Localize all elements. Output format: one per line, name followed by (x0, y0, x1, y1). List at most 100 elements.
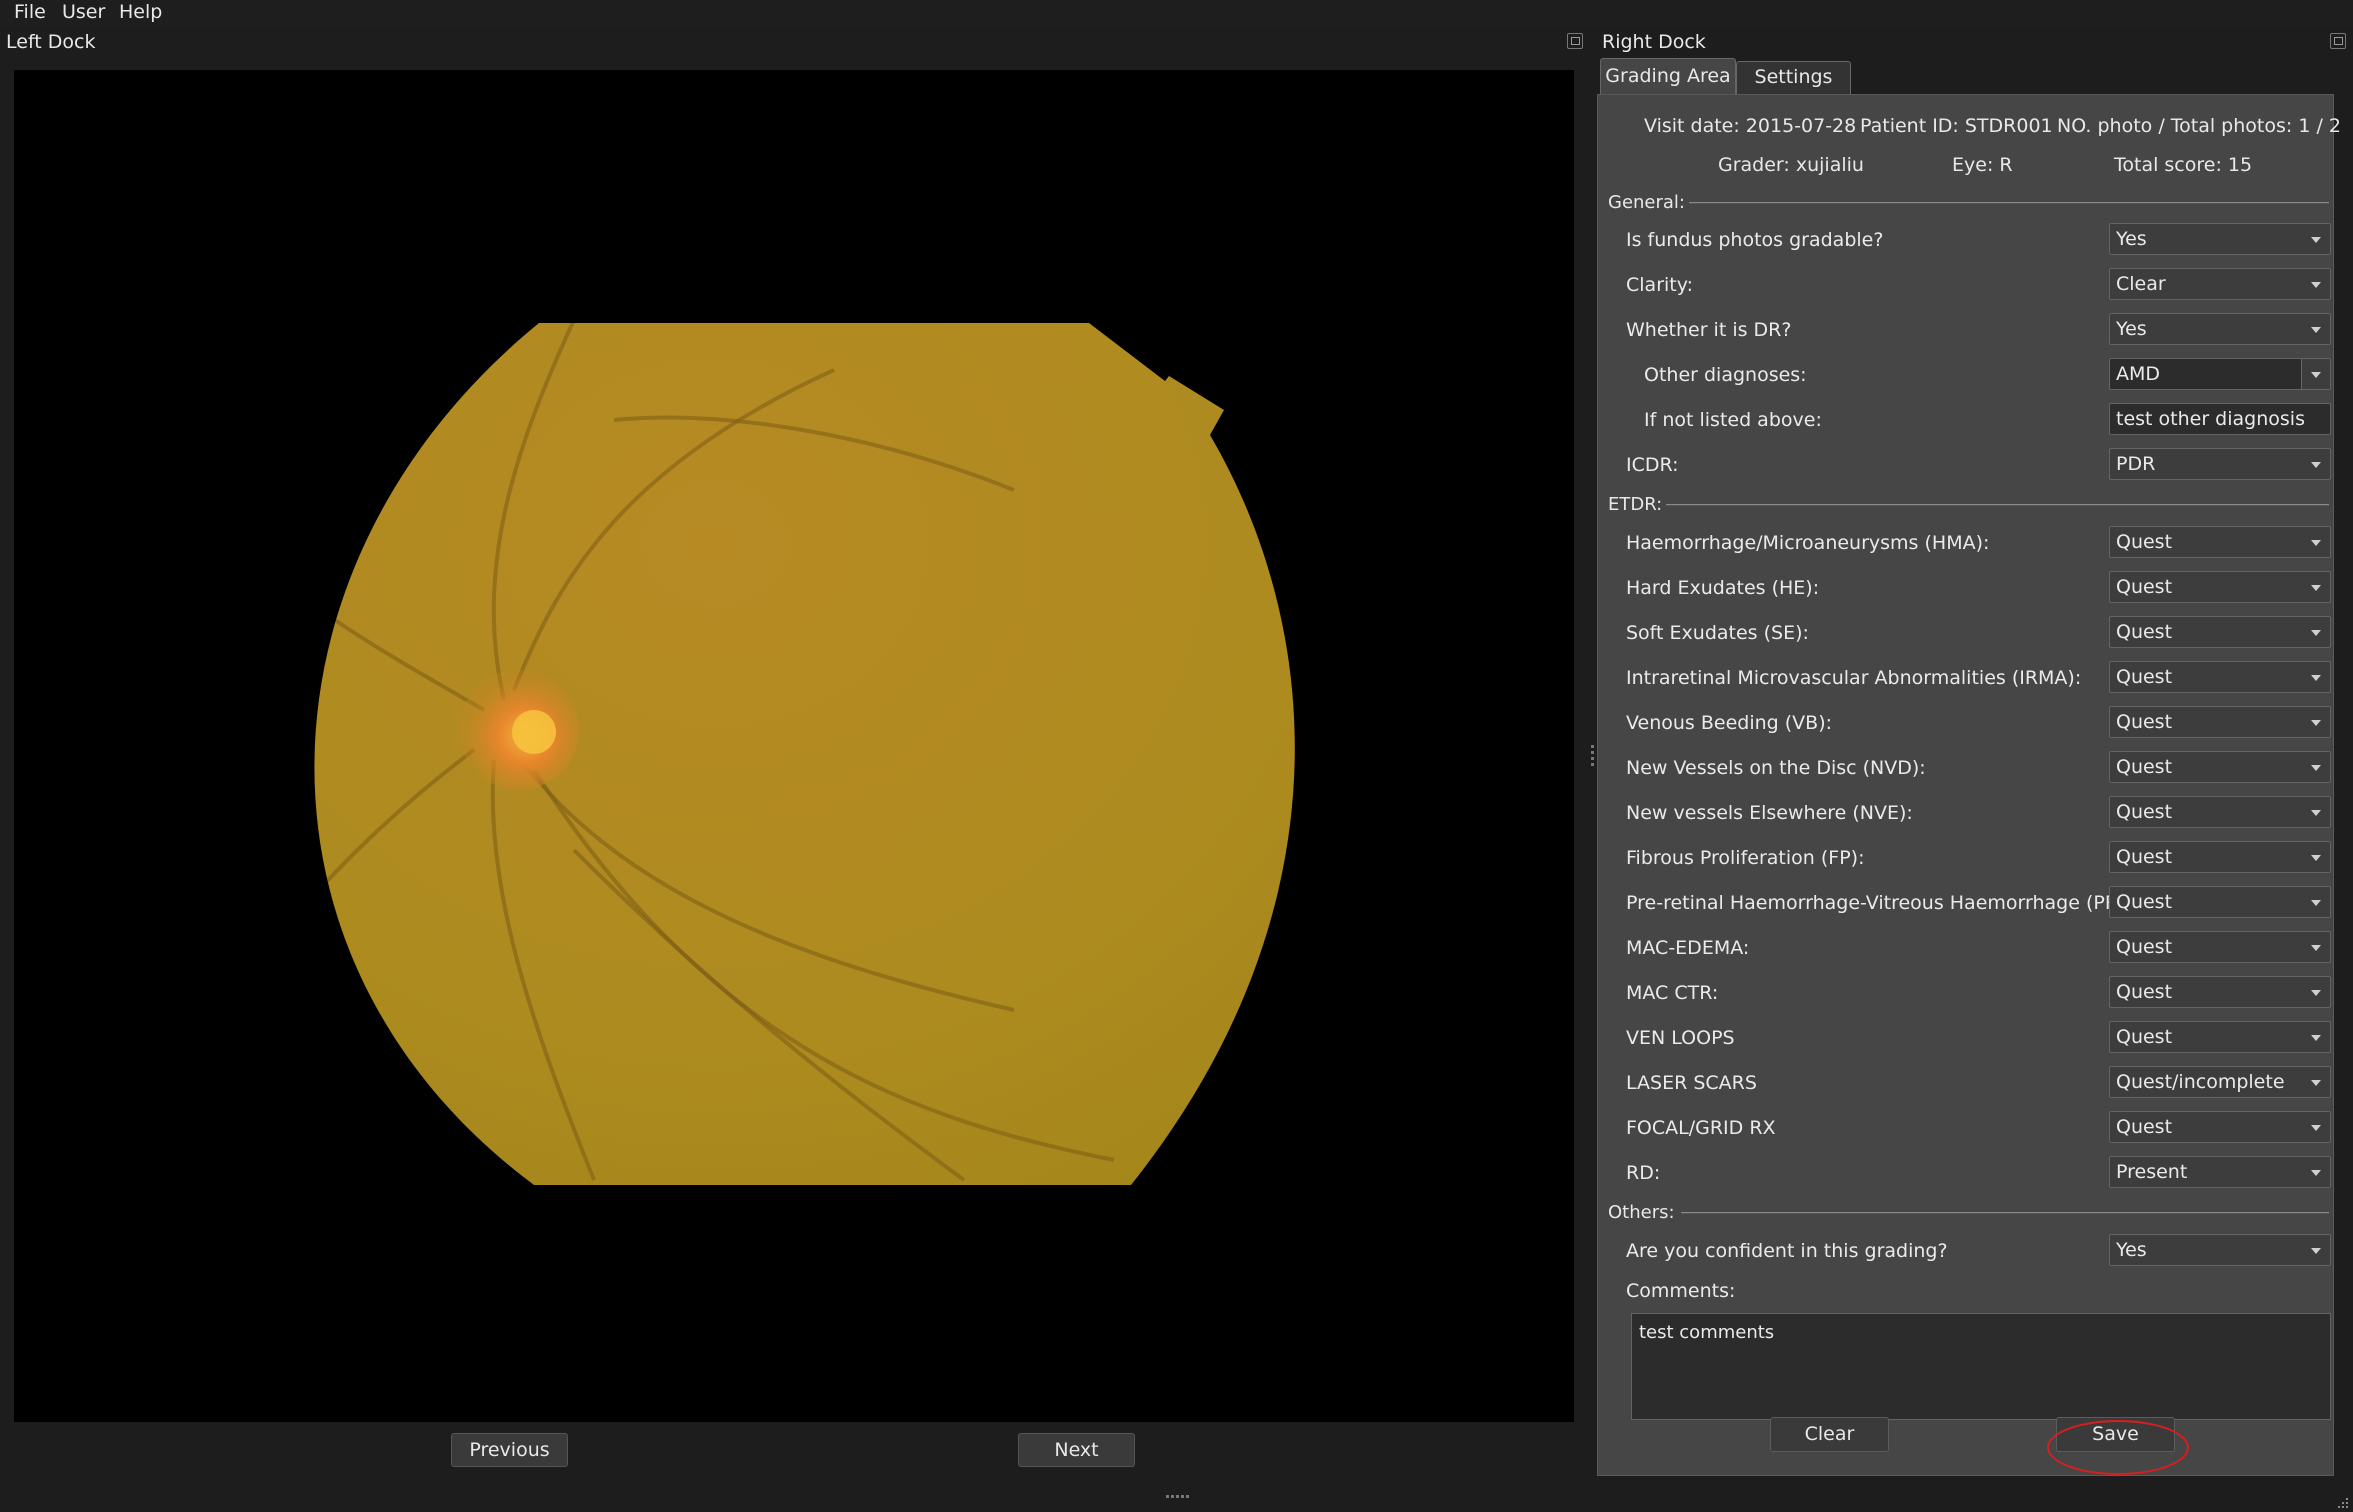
select-value: Yes (2116, 1239, 2147, 1261)
chevron-down-icon (2311, 1170, 2321, 1176)
select-value: Quest (2116, 666, 2173, 688)
select-value: Quest/incomplete (2116, 1071, 2285, 1093)
total-score: Total score: 15 (2114, 154, 2253, 176)
nvd-select[interactable]: Quest (2109, 751, 2331, 783)
select-value: Quest (2116, 621, 2173, 643)
row-label-other-diagnoses: Other diagnoses: (1644, 364, 1807, 386)
grading-area-panel: Visit date: 2015-07-28 Patient ID: STDR0… (1597, 94, 2341, 1476)
chevron-down-icon (2311, 1248, 2321, 1254)
chevron-down-icon (2311, 855, 2321, 861)
select-value: AMD (2116, 363, 2161, 385)
left-dock-title: Left Dock (6, 31, 96, 53)
chevron-down-icon (2311, 327, 2321, 333)
gradable-select[interactable]: Yes (2109, 223, 2331, 255)
confidence-select[interactable]: Yes (2109, 1234, 2331, 1266)
select-value: Quest (2116, 1116, 2173, 1138)
dock-splitter-handle[interactable] (1591, 745, 1594, 771)
select-value: Quest (2116, 846, 2173, 868)
section-divider (1689, 202, 2329, 204)
menu-user[interactable]: User (62, 0, 105, 24)
row-label-nvd: New Vessels on the Disc (NVD): (1626, 757, 1926, 779)
prh-vh-select[interactable]: Quest (2109, 886, 2331, 918)
section-others: Others: (1608, 1202, 1675, 1223)
menu-file[interactable]: File (14, 0, 46, 24)
ven-loops-select[interactable]: Quest (2109, 1021, 2331, 1053)
clarity-select[interactable]: Clear (2109, 268, 2331, 300)
fundus-photo (314, 323, 1295, 1185)
row-label-he: Hard Exudates (HE): (1626, 577, 1820, 599)
row-label-confidence: Are you confident in this grading? (1626, 1240, 1948, 1262)
select-value: Quest (2116, 981, 2173, 1003)
comments-textarea[interactable]: test comments (1631, 1313, 2331, 1420)
focal-grid-rx-select[interactable]: Quest (2109, 1111, 2331, 1143)
row-label-irma: Intraretinal Microvascular Abnormalities… (1626, 667, 2082, 689)
select-value: Quest (2116, 936, 2173, 958)
other-diagnoses-combo[interactable]: AMD (2109, 358, 2331, 390)
left-dock-float-icon[interactable] (1567, 33, 1583, 49)
row-label-hma: Haemorrhage/Microaneurysms (HMA): (1626, 532, 1990, 554)
hma-select[interactable]: Quest (2109, 526, 2331, 558)
photo-count: NO. photo / Total photos: 1 / 2 (2057, 115, 2341, 137)
select-value: Quest (2116, 756, 2173, 778)
select-value: Quest (2116, 891, 2173, 913)
previous-button[interactable]: Previous (451, 1433, 568, 1467)
patient-id: Patient ID: STDR001 (1860, 115, 2053, 137)
bottom-splitter-handle[interactable] (1166, 1483, 1192, 1498)
row-label-not-listed: If not listed above: (1644, 409, 1822, 431)
is-dr-select[interactable]: Yes (2109, 313, 2331, 345)
row-label-vb: Venous Beeding (VB): (1626, 712, 1833, 734)
icdr-select[interactable]: PDR (2109, 448, 2331, 480)
row-label-prh-vh: Pre-retinal Haemorrhage-Vitreous Haemorr… (1626, 892, 2180, 914)
se-select[interactable]: Quest (2109, 616, 2331, 648)
tab-grading-area[interactable]: Grading Area (1600, 58, 1736, 96)
irma-select[interactable]: Quest (2109, 661, 2331, 693)
fundus-image-view[interactable] (14, 70, 1574, 1422)
right-dock-float-icon[interactable] (2330, 33, 2346, 49)
select-value: Yes (2116, 318, 2147, 340)
nve-select[interactable]: Quest (2109, 796, 2331, 828)
select-value: Quest (2116, 531, 2173, 553)
row-label-rd: RD: (1626, 1162, 1661, 1184)
section-divider (1666, 504, 2329, 506)
row-label-fp: Fibrous Proliferation (FP): (1626, 847, 1865, 869)
row-label-laser-scars: LASER SCARS (1626, 1072, 1757, 1094)
chevron-down-icon (2311, 900, 2321, 906)
chevron-down-icon (2311, 1125, 2321, 1131)
rd-select[interactable]: Present (2109, 1156, 2331, 1188)
mac-edema-select[interactable]: Quest (2109, 931, 2331, 963)
clear-button[interactable]: Clear (1770, 1417, 1889, 1452)
chevron-down-icon (2311, 990, 2321, 996)
row-label-gradable: Is fundus photos gradable? (1626, 229, 1884, 251)
section-divider (1681, 1212, 2329, 1214)
chevron-down-icon (2311, 372, 2321, 378)
chevron-down-icon (2311, 945, 2321, 951)
other-diagnosis-input[interactable]: test other diagnosis (2109, 403, 2331, 435)
next-button[interactable]: Next (1018, 1433, 1135, 1467)
he-select[interactable]: Quest (2109, 571, 2331, 603)
select-value: Quest (2116, 711, 2173, 733)
vb-select[interactable]: Quest (2109, 706, 2331, 738)
chevron-down-icon (2311, 1035, 2321, 1041)
save-highlight-ellipse (2047, 1420, 2189, 1475)
laser-scars-select[interactable]: Quest/incomplete (2109, 1066, 2331, 1098)
row-label-clarity: Clarity: (1626, 274, 1693, 296)
chevron-down-icon (2311, 585, 2321, 591)
grader-name: Grader: xujialiu (1718, 154, 1864, 176)
tab-settings[interactable]: Settings (1736, 61, 1851, 94)
row-label-mac-edema: MAC-EDEMA: (1626, 937, 1750, 959)
fp-select[interactable]: Quest (2109, 841, 2331, 873)
mac-ctr-select[interactable]: Quest (2109, 976, 2331, 1008)
chevron-down-icon (2311, 810, 2321, 816)
menu-help[interactable]: Help (119, 0, 162, 24)
chevron-down-icon (2311, 675, 2321, 681)
chevron-down-icon (2311, 237, 2321, 243)
section-general: General: (1608, 192, 1686, 213)
dropdown-button[interactable] (2301, 359, 2330, 389)
row-label-se: Soft Exudates (SE): (1626, 622, 1809, 644)
row-label-icdr: ICDR: (1626, 454, 1679, 476)
resize-grip-icon[interactable] (2334, 1494, 2350, 1510)
select-value: Quest (2116, 801, 2173, 823)
chevron-down-icon (2311, 765, 2321, 771)
section-etdr: ETDR: (1608, 494, 1663, 515)
chevron-down-icon (2311, 630, 2321, 636)
